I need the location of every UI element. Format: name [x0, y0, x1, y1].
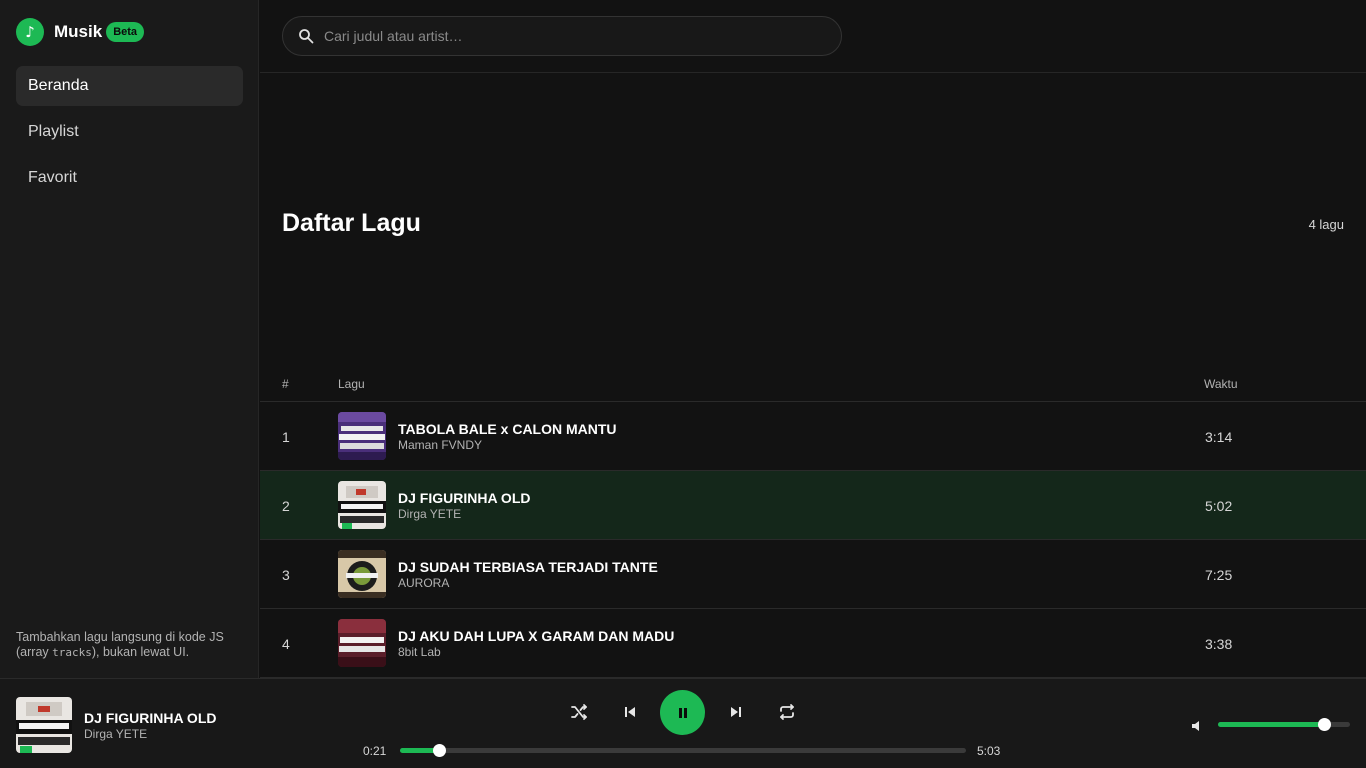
volume-knob[interactable]	[1317, 718, 1331, 731]
track-duration: 7:25	[1205, 567, 1233, 583]
page-title: Daftar Lagu	[282, 209, 421, 237]
album-art	[338, 550, 386, 598]
sidebar-item-beranda[interactable]: Beranda	[16, 66, 243, 106]
sidebar: ♪ Musik Beta Beranda Playlist Favorit Ta…	[0, 0, 259, 678]
previous-icon	[625, 707, 635, 717]
sidebar-note-code: tracks	[52, 646, 92, 659]
track-artist: 8bit Lab	[398, 645, 441, 659]
column-header-number: #	[282, 377, 289, 391]
track-number: 2	[282, 498, 290, 514]
sidebar-note: Tambahkan lagu langsung di kode JS (arra…	[16, 630, 246, 660]
previous-button[interactable]	[619, 701, 641, 723]
player-bar: DJ FIGURINHA OLD Dirga YETE 0:21 5:03	[0, 678, 1366, 768]
column-header-song: Lagu	[338, 377, 365, 391]
album-art	[338, 412, 386, 460]
pause-icon	[678, 707, 687, 718]
track-artist: Maman FVNDY	[398, 438, 483, 452]
play-pause-button[interactable]	[660, 690, 705, 735]
sidebar-item-playlist[interactable]: Playlist	[16, 112, 243, 152]
next-icon	[731, 707, 741, 717]
album-art	[338, 619, 386, 667]
track-number: 3	[282, 567, 290, 583]
shuffle-icon	[571, 704, 587, 720]
repeat-icon	[780, 704, 794, 720]
track-row[interactable]: 3 DJ SUDAH TERBIASA TERJADI TANTE AURORA…	[260, 540, 1366, 609]
beta-badge: Beta	[106, 22, 145, 42]
brand[interactable]: ♪ Musik Beta	[16, 18, 145, 46]
track-title: DJ SUDAH TERBIASA TERJADI TANTE	[398, 559, 658, 575]
search-icon	[299, 29, 314, 44]
repeat-button[interactable]	[776, 701, 798, 723]
search-bar[interactable]	[282, 16, 842, 56]
sidebar-nav: Beranda Playlist Favorit	[16, 66, 243, 204]
sidebar-item-favorit[interactable]: Favorit	[16, 158, 243, 198]
search-input[interactable]	[324, 28, 804, 44]
brand-name: Musik	[54, 22, 103, 41]
track-row[interactable]: 1 TABOLA BALE x CALON MANTU Maman FVNDY …	[260, 402, 1366, 471]
track-row[interactable]: 4 DJ AKU DAH LUPA X GARAM DAN MADU 8bit …	[260, 609, 1366, 678]
column-header-time: Waktu	[1204, 377, 1238, 391]
track-duration: 3:14	[1205, 429, 1233, 445]
volume-fill	[1218, 722, 1324, 727]
music-note-icon: ♪	[16, 18, 44, 46]
now-playing-title: DJ FIGURINHA OLD	[84, 710, 217, 726]
track-duration: 3:38	[1205, 636, 1233, 652]
track-row[interactable]: 2 DJ FIGURINHA OLD Dirga YETE 5:02	[260, 471, 1366, 540]
now-playing-artist: Dirga YETE	[84, 727, 148, 741]
track-title: DJ FIGURINHA OLD	[398, 490, 531, 506]
track-title: DJ AKU DAH LUPA X GARAM DAN MADU	[398, 628, 675, 644]
track-number: 1	[282, 429, 290, 445]
volume-icon[interactable]	[1190, 718, 1206, 734]
album-art	[338, 481, 386, 529]
sidebar-note-suffix: ), bukan lewat UI.	[91, 645, 190, 659]
track-artist: AURORA	[398, 576, 450, 590]
track-artist: Dirga YETE	[398, 507, 462, 521]
track-duration: 5:02	[1205, 498, 1233, 514]
track-count: 4 lagu	[1308, 217, 1344, 232]
track-number: 4	[282, 636, 290, 652]
main-content: Daftar Lagu 4 lagu # Lagu Waktu 1 TABOLA…	[260, 73, 1366, 678]
current-time: 0:21	[363, 744, 387, 758]
topbar	[260, 0, 1366, 73]
volume-slider[interactable]	[1218, 718, 1350, 731]
shuffle-button[interactable]	[568, 701, 590, 723]
now-playing-art	[16, 697, 72, 753]
total-time: 5:03	[977, 744, 1001, 758]
table-header: # Lagu Waktu	[260, 372, 1366, 402]
next-button[interactable]	[725, 701, 747, 723]
progress-knob[interactable]	[433, 744, 447, 757]
track-list: 1 TABOLA BALE x CALON MANTU Maman FVNDY …	[260, 402, 1366, 678]
progress-bar[interactable]	[400, 744, 966, 757]
track-title: TABOLA BALE x CALON MANTU	[398, 421, 617, 437]
